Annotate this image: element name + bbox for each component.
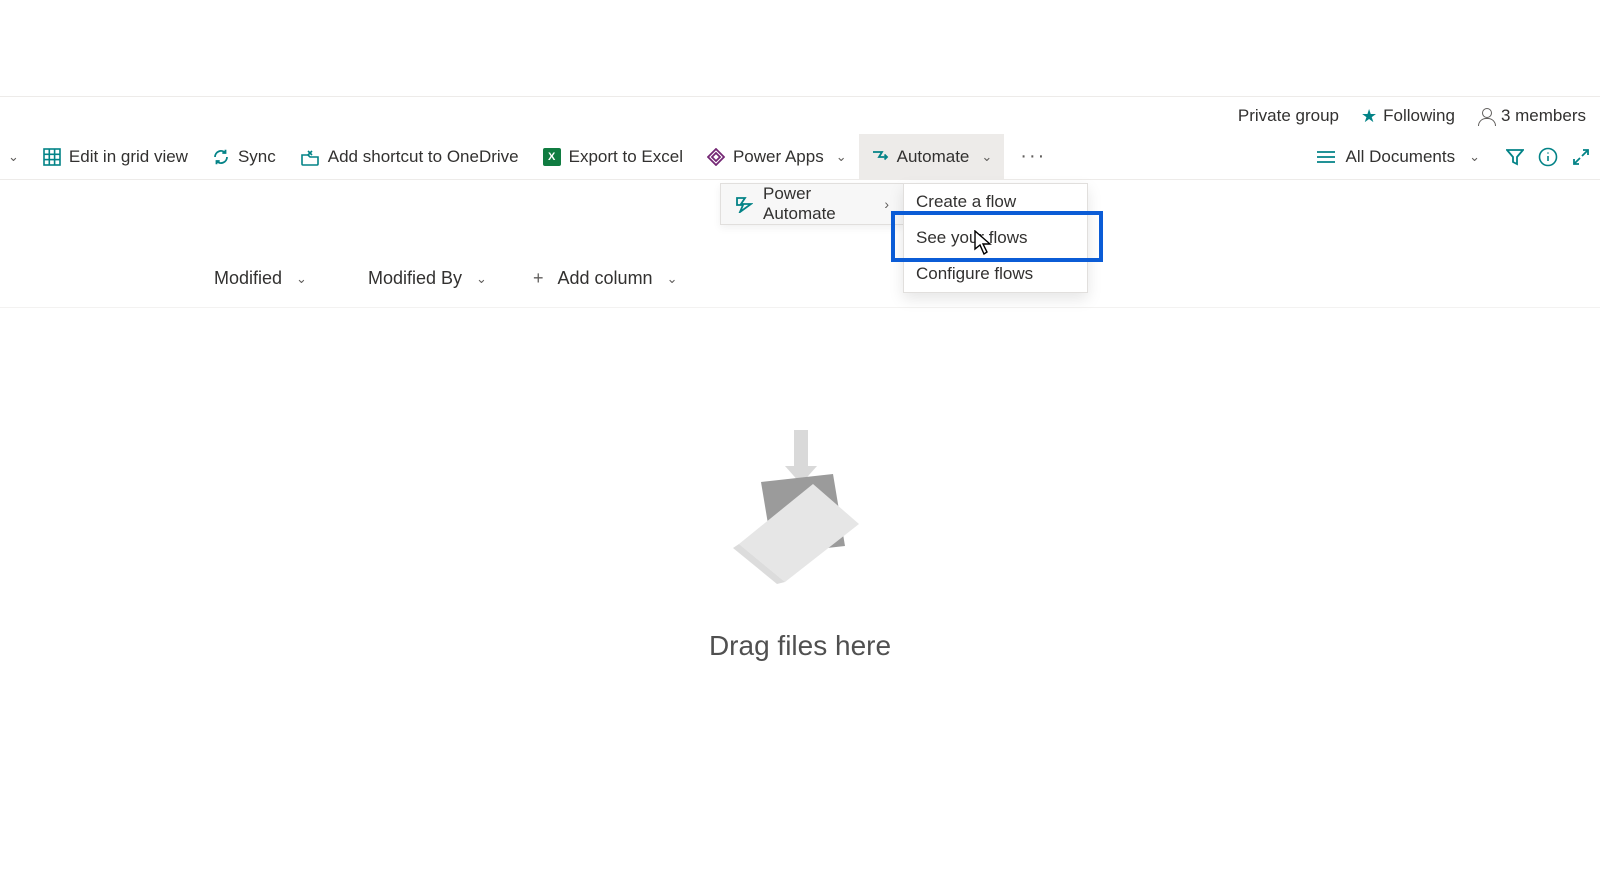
excel-icon: X <box>543 148 561 166</box>
sync-label: Sync <box>238 147 276 167</box>
empty-state: Drag files here <box>0 308 1600 662</box>
add-column-label: Add column <box>558 268 653 289</box>
power-automate-icon <box>735 195 753 213</box>
members-label: 3 members <box>1501 106 1586 126</box>
info-icon[interactable] <box>1538 147 1558 167</box>
power-automate-label: Power Automate <box>763 184 874 224</box>
chevron-down-icon: ⌄ <box>296 271 307 287</box>
add-column-button[interactable]: + Add column ⌄ <box>533 268 677 289</box>
power-apps-label: Power Apps <box>733 147 824 167</box>
column-modified-label: Modified <box>214 268 282 289</box>
configure-flows-item[interactable]: Configure flows <box>904 256 1087 292</box>
empty-folder-icon <box>715 426 885 586</box>
expand-icon[interactable] <box>1572 148 1590 166</box>
see-your-flows-item[interactable]: See your flows <box>904 220 1087 256</box>
more-actions-button[interactable]: ··· <box>1004 145 1062 168</box>
person-icon <box>1477 107 1495 125</box>
column-headers: Modified ⌄ Modified By ⌄ + Add column ⌄ <box>0 250 1600 308</box>
group-info-bar: Private group ★ Following 3 members <box>0 96 1600 134</box>
column-modified-by-label: Modified By <box>368 268 462 289</box>
power-automate-flyout: Create a flow See your flows Configure f… <box>903 183 1088 293</box>
onedrive-shortcut-icon <box>300 148 320 166</box>
automate-icon <box>871 148 889 166</box>
group-visibility: Private group <box>1238 106 1339 126</box>
blank-header-region <box>0 0 1600 96</box>
members-count[interactable]: 3 members <box>1477 106 1586 126</box>
grid-icon <box>43 148 61 166</box>
sync-icon <box>212 148 230 166</box>
chevron-down-icon: ⌄ <box>667 271 678 287</box>
chevron-right-icon: › <box>884 196 889 212</box>
power-apps-button[interactable]: Power Apps ⌄ <box>695 134 859 179</box>
automate-label: Automate <box>897 147 970 167</box>
edit-in-grid-view-button[interactable]: Edit in grid view <box>31 134 200 179</box>
export-label: Export to Excel <box>569 147 683 167</box>
chevron-down-icon: ⌄ <box>1469 149 1480 165</box>
star-icon: ★ <box>1361 107 1377 125</box>
automate-button[interactable]: Automate ⌄ <box>859 134 1005 179</box>
chevron-down-icon: ⌄ <box>836 149 847 165</box>
export-to-excel-button[interactable]: X Export to Excel <box>531 134 695 179</box>
list-view-icon <box>1317 150 1335 164</box>
column-modified-by[interactable]: Modified By ⌄ <box>368 268 533 289</box>
following-status[interactable]: ★ Following <box>1361 106 1455 126</box>
column-modified[interactable]: Modified ⌄ <box>214 268 368 289</box>
empty-caption: Drag files here <box>709 630 891 662</box>
filter-icon[interactable] <box>1506 148 1524 166</box>
chevron-down-icon: ⌄ <box>476 271 487 287</box>
chevron-down-icon: ⌄ <box>8 149 19 165</box>
view-label: All Documents <box>1345 147 1455 167</box>
view-switcher[interactable]: All Documents ⌄ <box>1305 134 1492 179</box>
following-label: Following <box>1383 106 1455 126</box>
shortcut-label: Add shortcut to OneDrive <box>328 147 519 167</box>
create-a-flow-item[interactable]: Create a flow <box>904 184 1087 220</box>
command-bar: ⌄ Edit in grid view Sync Add shortcut to… <box>0 134 1600 180</box>
plus-icon: + <box>533 268 544 289</box>
add-shortcut-button[interactable]: Add shortcut to OneDrive <box>288 134 531 179</box>
edit-grid-label: Edit in grid view <box>69 147 188 167</box>
chevron-down-icon: ⌄ <box>981 149 992 165</box>
power-apps-icon <box>707 148 725 166</box>
leading-dropdown[interactable]: ⌄ <box>0 134 31 179</box>
sync-button[interactable]: Sync <box>200 134 288 179</box>
automate-submenu[interactable]: Power Automate › <box>720 183 904 225</box>
